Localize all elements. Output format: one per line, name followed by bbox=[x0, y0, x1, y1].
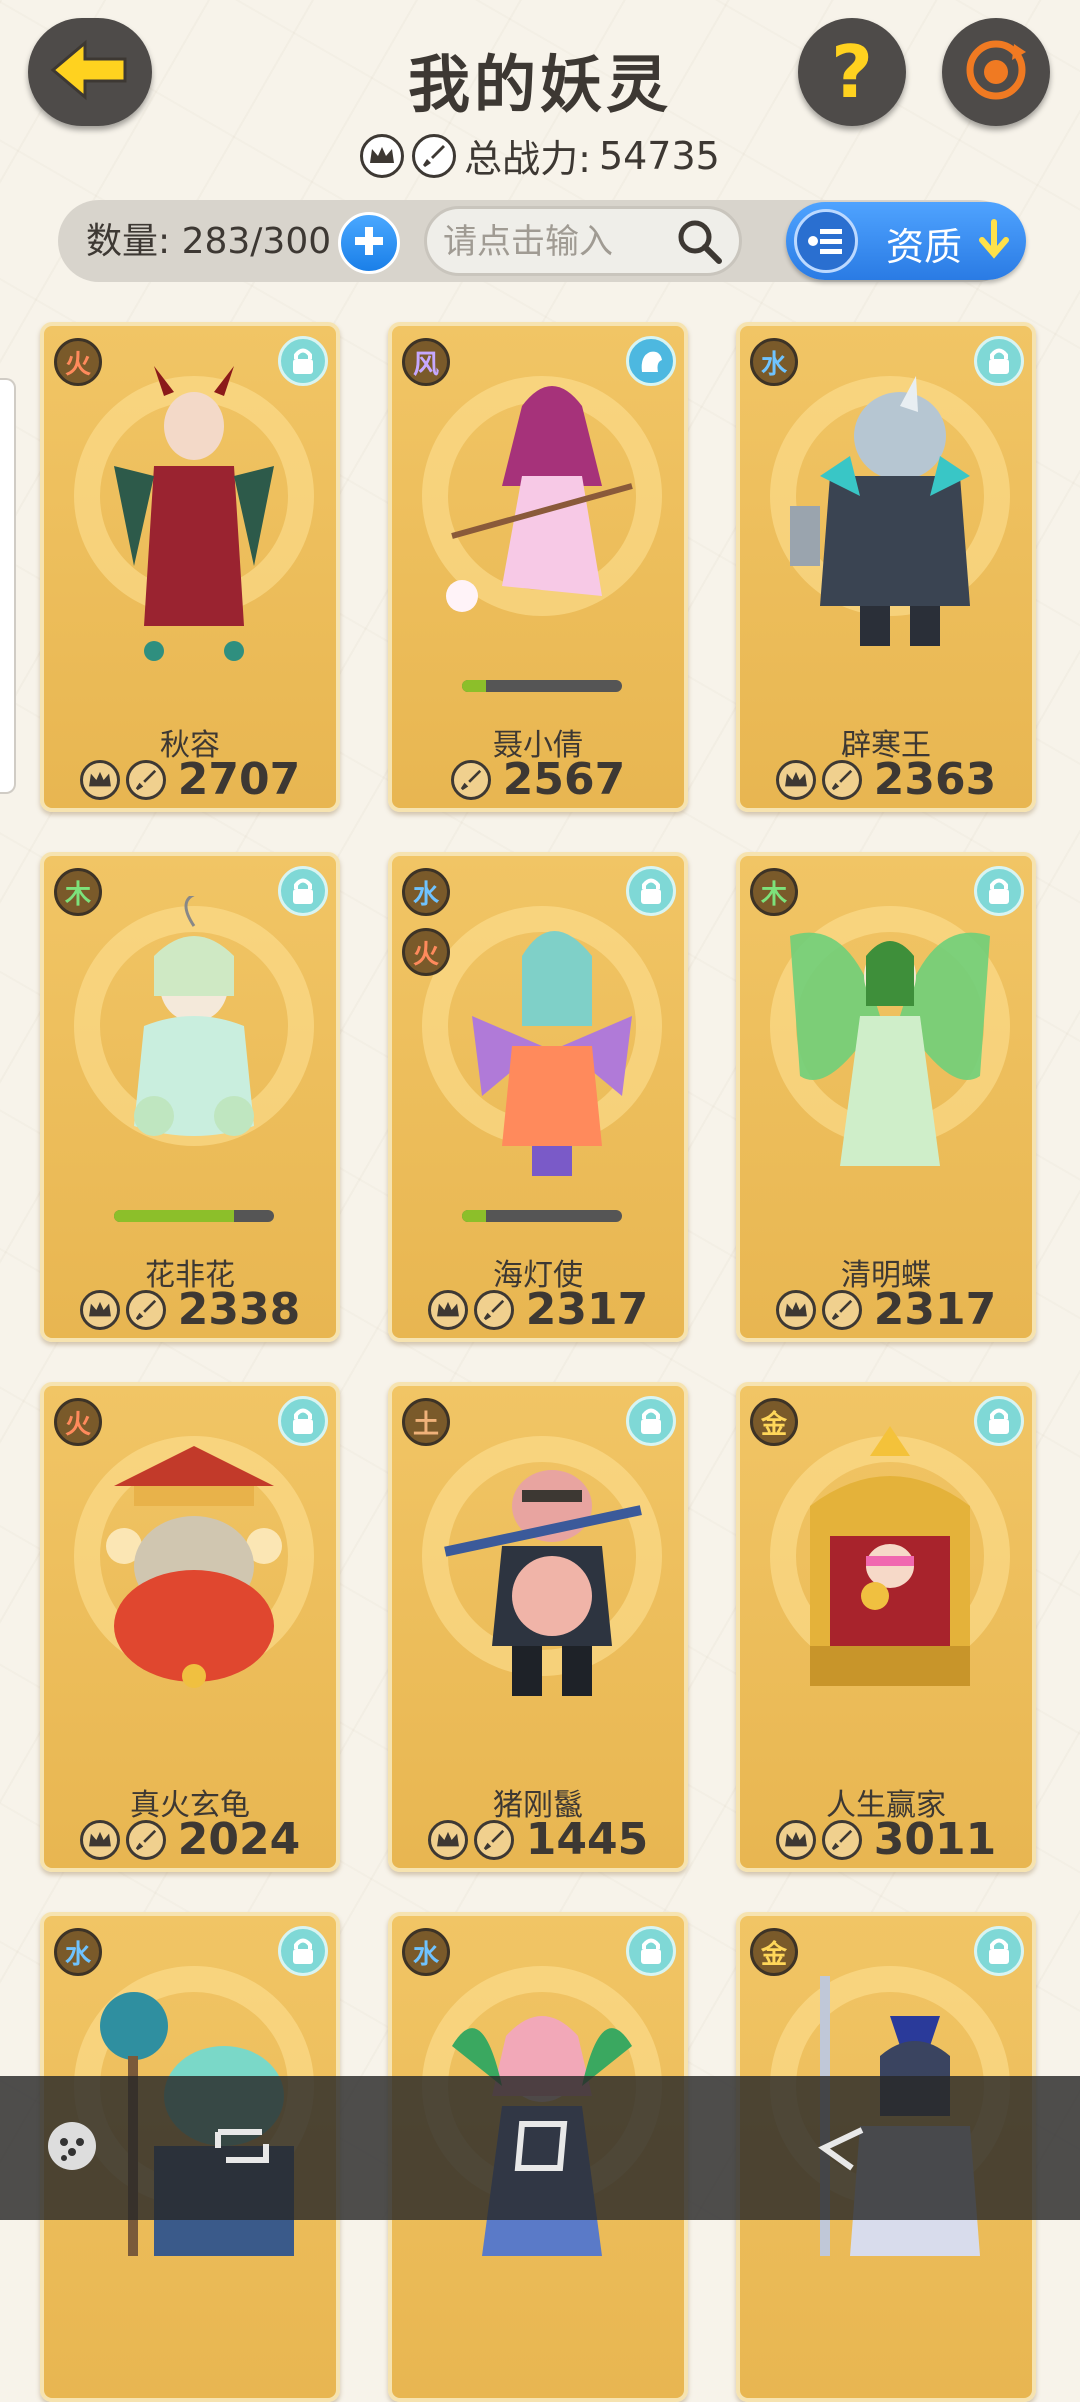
power-row: 2317 bbox=[392, 1284, 684, 1335]
power-value: 2317 bbox=[525, 1284, 649, 1335]
progress-bar bbox=[114, 1210, 274, 1222]
refresh-cycle-icon bbox=[956, 30, 1036, 114]
sword-icon bbox=[125, 1819, 166, 1860]
spirit-card[interactable]: 水火海灯使 2317 bbox=[388, 852, 688, 1342]
sword-icon bbox=[821, 1819, 862, 1860]
power-row: 3011 bbox=[740, 1814, 1032, 1865]
sword-icon bbox=[125, 759, 166, 800]
help-button[interactable]: ? bbox=[798, 18, 906, 126]
power-value: 2317 bbox=[873, 1284, 997, 1335]
crown-icon bbox=[427, 1289, 468, 1330]
sword-icon bbox=[125, 1289, 166, 1330]
home-square-icon bbox=[512, 2116, 572, 2180]
crown-icon bbox=[360, 133, 405, 178]
power-value: 2338 bbox=[177, 1284, 301, 1335]
gamepad-icon bbox=[44, 2118, 100, 2178]
plus-icon bbox=[352, 224, 386, 262]
power-value: 2363 bbox=[873, 754, 997, 805]
page-title: 我的妖灵 bbox=[407, 48, 672, 121]
power-value: 1445 bbox=[525, 1814, 649, 1865]
add-capacity-button[interactable] bbox=[338, 212, 400, 274]
quality-sort-button[interactable]: 资质 bbox=[786, 202, 1026, 280]
crown-icon bbox=[427, 1819, 468, 1860]
spirit-card[interactable]: 木清明蝶 2317 bbox=[736, 852, 1036, 1342]
sword-icon bbox=[450, 759, 491, 800]
quality-label: 资质 bbox=[886, 225, 963, 269]
total-power-value: 54735 bbox=[598, 133, 720, 178]
crown-icon bbox=[79, 759, 120, 800]
count-display: 数量: 283/300 bbox=[86, 214, 331, 270]
sword-icon bbox=[821, 759, 862, 800]
power-row: 2707 bbox=[44, 754, 336, 805]
system-back-button[interactable] bbox=[810, 2116, 874, 2180]
spirit-card[interactable]: 火真火玄龟 2024 bbox=[40, 1382, 340, 1872]
power-row: 2317 bbox=[740, 1284, 1032, 1335]
spirit-card[interactable]: 水辟寒王 2363 bbox=[736, 322, 1036, 812]
chevron-down-icon bbox=[976, 218, 1012, 266]
progress-bar bbox=[462, 680, 622, 692]
power-value: 2024 bbox=[177, 1814, 301, 1865]
recent-apps-icon bbox=[212, 2118, 272, 2178]
sword-icon bbox=[473, 1289, 514, 1330]
back-chevron-icon bbox=[812, 2116, 872, 2180]
sword-icon bbox=[821, 1289, 862, 1330]
total-power-row: 总战力: 54735 bbox=[0, 128, 1080, 183]
question-mark-icon: ? bbox=[831, 30, 873, 114]
power-row: 2567 bbox=[392, 754, 684, 805]
side-panel-handle[interactable] bbox=[0, 378, 16, 794]
search-input[interactable] bbox=[441, 217, 675, 267]
power-row: 2363 bbox=[740, 754, 1032, 805]
spirit-card[interactable]: 木花非花 2338 bbox=[40, 852, 340, 1342]
system-nav-bar bbox=[0, 2076, 1080, 2220]
power-value: 2707 bbox=[177, 754, 301, 805]
total-power-label: 总战力: bbox=[464, 137, 591, 181]
spirit-card[interactable]: 风聂小倩 2567 bbox=[388, 322, 688, 812]
crown-icon bbox=[775, 759, 816, 800]
power-value: 2567 bbox=[502, 754, 626, 805]
sword-icon bbox=[412, 133, 457, 178]
power-value: 3011 bbox=[873, 1814, 997, 1865]
count-label: 数量: bbox=[86, 221, 171, 262]
crown-icon bbox=[79, 1289, 120, 1330]
search-icon[interactable] bbox=[675, 217, 725, 271]
power-row: 2338 bbox=[44, 1284, 336, 1335]
refresh-button[interactable] bbox=[942, 18, 1050, 126]
spirit-card[interactable]: 金人生赢家 3011 bbox=[736, 1382, 1036, 1872]
crown-icon bbox=[79, 1819, 120, 1860]
crown-icon bbox=[775, 1819, 816, 1860]
sword-icon bbox=[473, 1819, 514, 1860]
search-box bbox=[424, 206, 742, 276]
power-row: 1445 bbox=[392, 1814, 684, 1865]
crown-icon bbox=[775, 1289, 816, 1330]
game-assistant-button[interactable] bbox=[40, 2116, 104, 2180]
spirit-card[interactable]: 火秋容 2707 bbox=[40, 322, 340, 812]
progress-bar bbox=[462, 1210, 622, 1222]
home-button[interactable] bbox=[510, 2116, 574, 2180]
power-row: 2024 bbox=[44, 1814, 336, 1865]
sort-list-icon bbox=[794, 209, 858, 273]
count-value: 283/300 bbox=[181, 221, 332, 262]
recent-apps-button[interactable] bbox=[210, 2116, 274, 2180]
spirit-card[interactable]: 土猪刚鬣 1445 bbox=[388, 1382, 688, 1872]
